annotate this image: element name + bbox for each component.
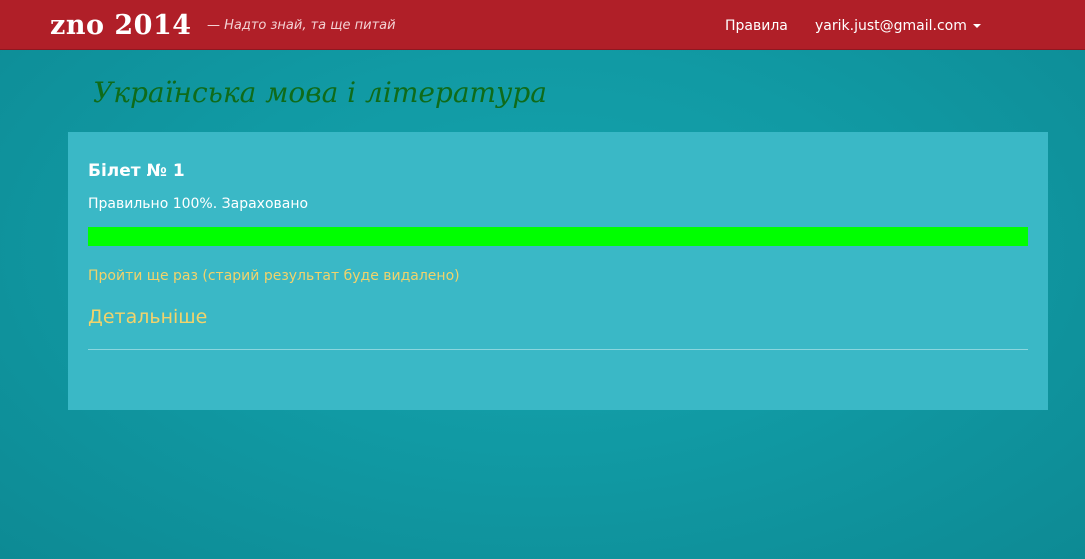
ticket-title: Білет № 1 <box>88 161 185 181</box>
user-email: yarik.just@gmail.com <box>815 18 967 34</box>
top-navbar: zno 2014 — Надто знай, та ще питай Прави… <box>0 0 1085 50</box>
brand-slogan: — Надто знай, та ще питай <box>207 18 396 33</box>
user-menu-dropdown[interactable]: yarik.just@gmail.com <box>815 16 981 36</box>
progress-fill <box>88 227 1028 246</box>
caret-down-icon <box>972 24 981 28</box>
details-link[interactable]: Детальніше <box>88 304 207 330</box>
result-status: Правильно 100%. Зараховано <box>88 196 309 212</box>
rules-link[interactable]: Правила <box>725 16 788 36</box>
divider <box>88 349 1028 350</box>
result-progress-bar <box>88 227 1028 246</box>
brand-logo[interactable]: zno 2014 <box>50 9 192 43</box>
subject-title: Українська мова і література <box>93 76 547 109</box>
retry-link[interactable]: Пройти ще раз (старий результат буде вид… <box>88 266 460 286</box>
ticket-card: Білет № 1 Правильно 100%. Зараховано Про… <box>68 132 1048 410</box>
